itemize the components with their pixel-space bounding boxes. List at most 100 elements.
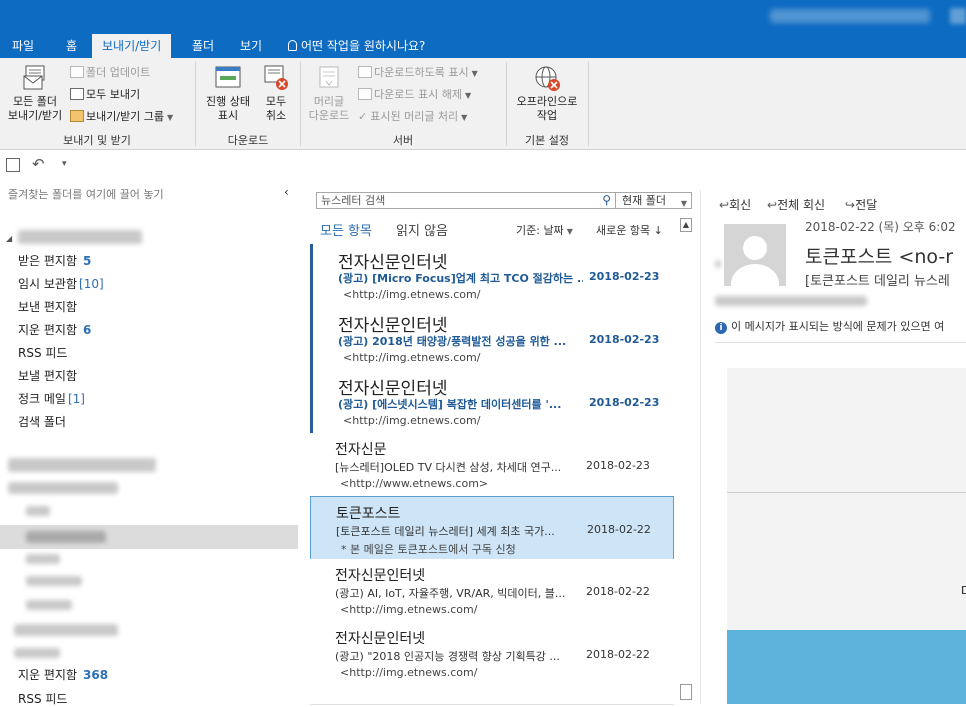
group-label-send-receive: 보내기 및 받기 [63,134,131,147]
message-item[interactable]: 전자신문인터넷 (광고) [Micro Focus]업계 최고 TCO 절감하는 … [310,244,674,308]
folder-blurred [14,624,118,636]
update-folder-button[interactable]: 폴더 업데이트 [70,64,150,82]
tell-me-box[interactable]: 어떤 작업을 원하시나요? [278,34,435,58]
search-placeholder: 뉴스레터 검색 [321,194,386,207]
process-marked-button[interactable]: ✓ 표시된 머리글 처리 ▼ [358,108,467,126]
tab-home[interactable]: 홈 [56,34,87,58]
folder-item[interactable]: RSS 피드 [18,690,67,707]
message-preview: <http://img.etnews.com/ [340,603,478,616]
message-date: 2018-02-23 [586,459,650,472]
progress-icon [215,66,241,88]
mark-to-download-button[interactable]: 다운로드하도록 표시 ▼ [358,64,478,82]
message-item-partial[interactable] [310,685,674,705]
forward-button[interactable]: ↪전달 [845,196,877,213]
chevron-down-icon: ▼ [680,199,687,208]
chevron-down-icon: ▼ [461,113,468,122]
filter-all[interactable]: 모든 항목 [320,220,372,239]
unmark-download-icon [358,88,372,100]
message-date: 2018-02-22 (목) 오후 6:02 [805,220,956,234]
reply-all-button[interactable]: ↩전체 회신 [767,196,825,213]
show-progress-button[interactable]: 진행 상태 표시 [198,64,258,123]
folder-blurred [26,600,72,610]
filter-bar: 모든 항목 읽지 않음 기준: 날짜 ▼ 새로운 항목 ↓ [310,220,696,240]
folder-item[interactable]: 정크 메일 [1] [18,390,85,407]
show-progress-label: 진행 상태 표시 [206,95,250,122]
reply-button[interactable]: ↩회신 [719,196,751,213]
message-preview: <http://www.etnews.com> [340,477,489,490]
scroll-thumb[interactable] [680,684,692,700]
body-text-fragment: D [961,584,966,597]
message-item[interactable]: 토큰포스트 [토큰포스트 데일리 뉴스레터] 세계 최초 국가... 2018-02… [310,496,674,560]
group-label-server: 서버 [392,134,414,147]
message-item[interactable]: 전자신문인터넷 (광고) "2018 인공지능 경쟁력 향상 기획특강 ... 20… [310,622,674,686]
message-item[interactable]: 전자신문인터넷 (광고) 2018년 태양광/풍력발전 성공을 위한 ... 201… [310,307,674,371]
folder-count: 5 [83,254,92,268]
folder-item[interactable]: RSS 피드 [18,344,67,361]
newsletter-banner [727,630,966,704]
reply-icon: ↩ [719,198,730,212]
group-label-preferences: 기본 설정 [525,134,569,147]
reply-all-icon: ↩ [767,198,778,212]
folder-item[interactable]: 지운 편지함 368 [18,666,108,683]
filter-unread[interactable]: 읽지 않음 [396,220,448,239]
folder-blurred [26,576,82,586]
search-input[interactable]: 뉴스레터 검색 ⚲ [316,192,616,209]
folder-name: 지운 편지함 [18,323,78,337]
info-bar[interactable]: i 이 메시지가 표시되는 방식에 문제가 있으면 여 [715,318,944,334]
folder-item[interactable]: 보낸 편지함 [18,298,77,315]
folder-item[interactable]: 검색 폴더 [18,413,66,430]
reading-pane: ↩회신 ↩전체 회신 ↪전달 2018-02-22 (목) 오후 6:02 토큰… [700,190,966,704]
message-subject: (광고) [Micro Focus]업계 최고 TCO 절감하는 ... [338,272,583,285]
tab-view[interactable]: 보기 [230,34,272,58]
cancel-all-icon [264,65,288,90]
recipient-blurred [715,296,867,306]
tab-file[interactable]: 파일 [2,34,44,58]
message-preview: <http://img.etnews.com/ [340,666,478,679]
message-item[interactable]: 전자신문인터넷 (광고) [에스넷시스템] 복잡한 데이터센터를 '... 2018… [310,370,674,434]
send-receive-groups-button[interactable]: 보내기/받기 그룹 ▼ [70,108,173,126]
search-scope-label: 현재 폴더 [622,194,666,207]
send-all-label: 모두 보내기 [86,88,141,101]
send-receive-all-button[interactable]: 모든 폴더 보내기/받기 [2,64,68,123]
tab-send-receive[interactable]: 보내기/받기 [92,34,172,58]
chevron-down-icon: ▼ [167,113,174,122]
message-item[interactable]: 전자신문 [뉴스레터]OLED TV 다시켠 삼성, 차세대 연구... 2018-… [310,433,674,497]
title-bar [0,0,966,34]
sort-by-dropdown[interactable]: 기준: 날짜 ▼ [516,222,573,238]
unmark-download-button[interactable]: 다운로드 표시 해제 ▼ [358,86,471,104]
chevron-down-icon: ▼ [464,91,472,100]
undo-icon[interactable]: ↶ [32,155,45,173]
checkmark-icon: ✓ [358,110,368,123]
cancel-all-button[interactable]: 모두 취소 [258,64,294,123]
customize-qat-icon[interactable]: ▾ [62,159,67,169]
message-list-scrollbar[interactable]: ▲ [678,218,694,704]
send-all-button[interactable]: 모두 보내기 [70,86,140,104]
ribbon-separator [588,62,589,146]
search-icon[interactable]: ⚲ [602,193,611,208]
sort-order-toggle[interactable]: 새로운 항목 ↓ [596,222,663,238]
tab-folder[interactable]: 폴더 [182,34,224,58]
window-title-blurred [770,9,930,23]
send-receive-qat-icon[interactable] [6,158,20,172]
account-expand-icon[interactable]: ◢ [6,234,12,243]
folder-item[interactable]: 임시 보관함 [10] [18,275,104,292]
work-offline-button[interactable]: 오프라인으로 작업 [508,64,586,123]
blurred-text [715,260,721,268]
mark-to-download-label: 다운로드하도록 표시 [374,66,469,79]
account-icon-blurred [950,8,966,24]
search-scope-dropdown[interactable]: 현재 폴더 ▼ [616,192,692,209]
group-label-download: 다운로드 [227,134,269,147]
message-item[interactable]: 전자신문인터넷 (광고) AI, IoT, 자율주행, VR/AR, 빅데이터, … [310,559,674,623]
scroll-up-icon[interactable]: ▲ [680,218,692,232]
download-headers-button[interactable]: 머리글 다운로드 [303,64,355,123]
favorites-drop-hint: 즐겨찾는 폴더를 여기에 끌어 놓기 [8,188,164,201]
message-subject: [뉴스레터]OLED TV 다시켠 삼성, 차세대 연구... [335,461,562,474]
collapse-pane-icon[interactable]: ‹ [284,185,289,199]
message-subject: (광고) "2018 인공지능 경쟁력 향상 기획특강 ... [335,650,560,663]
message-subject: [토큰포스트 데일리 뉴스레터] 세계 최초 국가... [336,525,555,538]
folder-item[interactable]: 지운 편지함 6 [18,321,91,338]
message-list-pane: 뉴스레터 검색 ⚲ 현재 폴더 ▼ 모든 항목 읽지 않음 기준: 날짜 ▼ 새로운… [310,190,696,705]
folder-item[interactable]: 받은 편지함 5 [18,252,91,269]
folder-item[interactable]: 보낼 편지함 [18,367,77,384]
account-name-blurred [8,458,156,472]
